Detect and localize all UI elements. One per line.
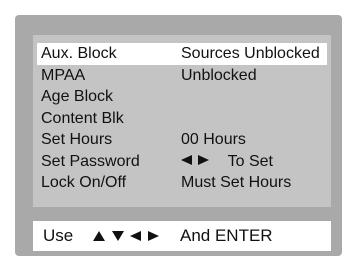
menu-item-mpaa[interactable]: MPAA Unblocked	[37, 65, 327, 87]
menu-item-label: Aux. Block	[41, 45, 117, 62]
menu-item-label: Set Password	[41, 152, 140, 170]
menu-item-value: 00 Hours	[181, 131, 246, 148]
up-arrow-icon	[93, 230, 105, 241]
menu-item-value: Unblocked	[181, 66, 257, 84]
osd-menu-frame: Aux. Block Sources Unblocked MPAA Unbloc…	[15, 15, 342, 256]
menu-item-lock-on-off[interactable]: Lock On/Off Must Set Hours	[37, 172, 327, 194]
menu-item-aux-block[interactable]: Aux. Block Sources Unblocked	[37, 43, 327, 65]
help-prefix: Use	[43, 226, 74, 245]
menu-item-label: Lock On/Off	[41, 174, 127, 191]
parental-lock-menu: Aux. Block Sources Unblocked MPAA Unbloc…	[33, 35, 331, 207]
right-arrow-icon	[148, 230, 160, 241]
menu-item-label: MPAA	[41, 66, 86, 84]
menu-item-value: Must Set Hours	[181, 174, 292, 191]
left-right-arrows	[181, 151, 210, 173]
menu-item-label: Content Blk	[41, 109, 124, 127]
menu-item-set-hours[interactable]: Set Hours 00 Hours	[37, 129, 327, 151]
down-arrow-icon	[111, 230, 124, 241]
right-arrow-icon	[198, 155, 210, 166]
menu-item-label: Set Hours	[41, 131, 113, 148]
menu-item-value-group: To Set	[181, 151, 273, 173]
menu-item-value: To Set	[227, 152, 273, 170]
help-suffix: And ENTER	[180, 226, 273, 245]
menu-item-content-blk[interactable]: Content Blk	[37, 108, 327, 130]
left-arrow-icon	[181, 155, 192, 166]
menu-item-set-password[interactable]: Set Password To Set	[37, 151, 327, 173]
help-bar: Use And ENTER	[33, 221, 331, 251]
menu-item-age-block[interactable]: Age Block	[37, 86, 327, 108]
menu-item-value: Sources Unblocked	[181, 45, 320, 62]
help-arrow-icons	[93, 221, 160, 251]
left-arrow-icon	[130, 230, 142, 241]
menu-item-label: Age Block	[41, 88, 114, 105]
